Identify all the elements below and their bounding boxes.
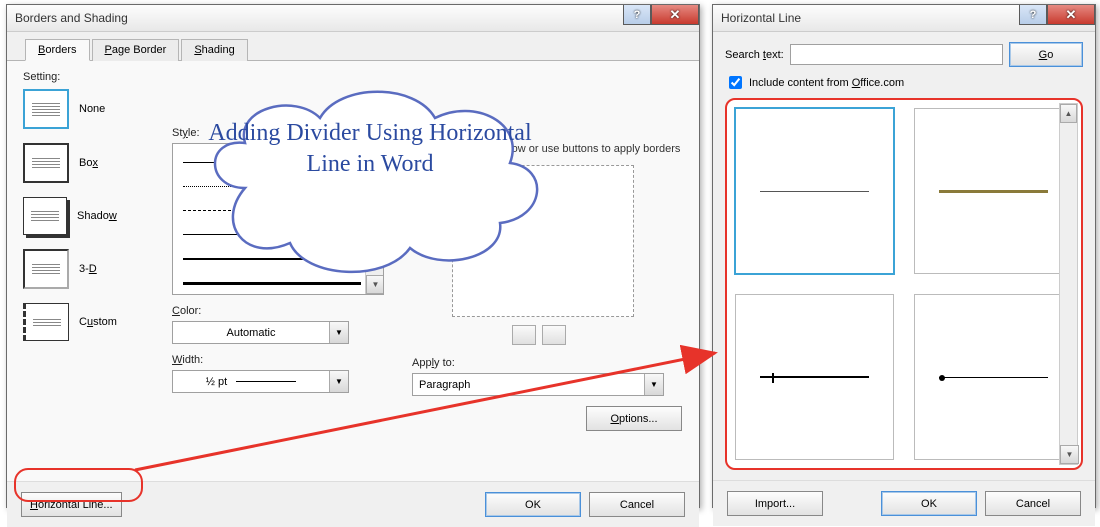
options-button[interactable]: Options... [586, 406, 682, 431]
close-icon: ✕ [1066, 7, 1077, 23]
horizontal-line-button[interactable]: Horizontal Line... [21, 492, 122, 517]
scroll-down-icon[interactable]: ▼ [1060, 445, 1079, 464]
preview-btn-right[interactable] [542, 325, 566, 345]
dialog-button-row: Import... OK Cancel [713, 480, 1095, 526]
width-label: Width: [172, 354, 407, 366]
ok-button[interactable]: OK [485, 492, 581, 517]
apply-to-dropdown[interactable]: Paragraph ▼ [412, 373, 664, 396]
gallery-item-3[interactable] [735, 294, 894, 460]
color-label: Color: [172, 305, 407, 317]
gallery-scrollbar[interactable]: ▲ ▼ [1059, 103, 1078, 465]
tab-shading[interactable]: Shading [181, 39, 247, 61]
gallery-item-1[interactable] [735, 108, 894, 274]
custom-icon [23, 303, 69, 341]
style-label: Style: [172, 127, 407, 139]
setting-custom[interactable]: Custom [23, 303, 153, 341]
go-button[interactable]: Go [1009, 42, 1083, 67]
tab-page-border[interactable]: Page Border [92, 39, 180, 61]
gallery-item-4[interactable] [914, 294, 1073, 460]
style-listbox[interactable]: ▲ ▼ [172, 143, 384, 295]
dialog-button-row: Horizontal Line... OK Cancel [7, 481, 699, 527]
include-office-checkbox[interactable] [729, 76, 742, 89]
close-button[interactable]: ✕ [1047, 5, 1095, 25]
preview-btn-left[interactable] [512, 325, 536, 345]
horizontal-line-dialog: Horizontal Line ? ✕ Search text: Go Incl… [712, 4, 1096, 508]
import-button[interactable]: Import... [727, 491, 823, 516]
include-office-label: Include content from Office.com [749, 77, 904, 89]
preview-diagram[interactable] [452, 165, 634, 317]
titlebar[interactable]: Borders and Shading ? ✕ [7, 5, 699, 32]
line-gallery: ▲ ▼ [725, 98, 1083, 470]
gallery-item-2[interactable] [914, 108, 1073, 274]
close-button[interactable]: ✕ [651, 5, 699, 25]
scroll-down-icon[interactable]: ▼ [366, 275, 384, 294]
chevron-down-icon: ▼ [644, 374, 663, 395]
tab-borders[interactable]: Borders [25, 39, 90, 61]
borders-shading-dialog: Borders and Shading ? ✕ Borders Page Bor… [6, 4, 700, 508]
search-input[interactable] [790, 44, 1003, 65]
apply-to-label: Apply to: [412, 357, 682, 369]
setting-shadow[interactable]: Shadow [23, 197, 153, 235]
three-d-icon [23, 249, 69, 289]
help-button[interactable]: ? [623, 5, 651, 25]
preview-note: Click on diagram below or use buttons to… [412, 143, 682, 155]
chevron-down-icon: ▼ [329, 371, 348, 392]
setting-none[interactable]: None [23, 89, 153, 129]
titlebar[interactable]: Horizontal Line ? ✕ [713, 5, 1095, 32]
setting-3d[interactable]: 3-D [23, 249, 153, 289]
search-label: Search text: [725, 49, 784, 61]
dialog-title: Borders and Shading [15, 11, 128, 25]
dialog-title: Horizontal Line [721, 11, 801, 25]
chevron-down-icon: ▼ [329, 322, 348, 343]
scroll-up-icon[interactable]: ▲ [1060, 104, 1077, 123]
shadow-icon [23, 197, 67, 235]
style-scrollbar[interactable]: ▲ ▼ [365, 144, 383, 294]
close-icon: ✕ [670, 7, 681, 23]
color-dropdown[interactable]: Automatic ▼ [172, 321, 349, 344]
cancel-button[interactable]: Cancel [985, 491, 1081, 516]
setting-label: Setting: [23, 71, 153, 83]
tab-strip: Borders Page Border Shading [7, 32, 699, 61]
scroll-up-icon[interactable]: ▲ [366, 144, 383, 163]
cancel-button[interactable]: Cancel [589, 492, 685, 517]
none-icon [23, 89, 69, 129]
ok-button[interactable]: OK [881, 491, 977, 516]
help-button[interactable]: ? [1019, 5, 1047, 25]
box-icon [23, 143, 69, 183]
setting-box[interactable]: Box [23, 143, 153, 183]
width-dropdown[interactable]: ½ pt ▼ [172, 370, 349, 393]
